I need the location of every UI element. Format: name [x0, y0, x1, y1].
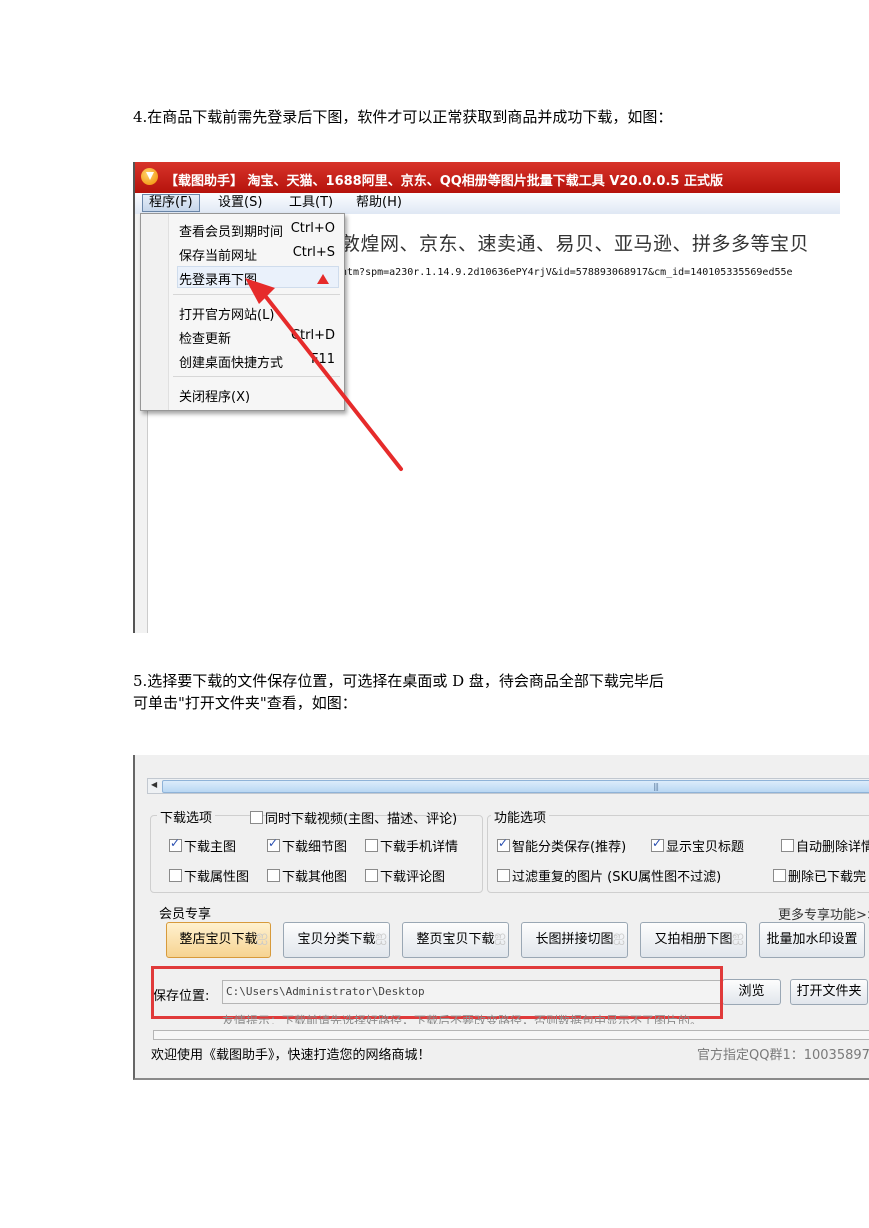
button-label: 批量加水印设置: [766, 932, 858, 947]
checkbox-label: 过滤重复的图片 (SKU属性图不过滤): [512, 870, 722, 885]
checkbox-label: 下载属性图: [184, 870, 250, 885]
checkbox-main-image[interactable]: 下载主图: [169, 836, 236, 855]
button-label: 长图拼接切图: [535, 932, 614, 947]
whole-page-download-button[interactable]: 整页宝贝下载 ஐ: [402, 922, 509, 958]
tip-text: 友情提示：下载前请先选择好路径，下载后不要改变路径，否则数据包中显示不了图片的。: [222, 1014, 703, 1024]
checkbox-label: 同时下载视频(主图、描述、评论): [265, 812, 458, 827]
red-arrow-annotation: [245, 278, 403, 471]
checkbox-label: 下载主图: [184, 840, 237, 855]
function-options-title: 功能选项: [491, 807, 550, 826]
checkbox-box[interactable]: [773, 869, 786, 882]
checkbox-filter-duplicates[interactable]: 过滤重复的图片 (SKU属性图不过滤): [497, 866, 721, 885]
open-folder-button[interactable]: 打开文件夹: [790, 979, 868, 1005]
checkbox-delete-downloaded[interactable]: 删除已下载完: [773, 866, 866, 885]
screenshot-menu: 【载图助手】 淘宝、天猫、1688阿里、京东、QQ相册等图片批量下载工具 V20…: [133, 162, 840, 633]
button-label: 整店宝贝下载: [179, 932, 258, 947]
whole-shop-download-button[interactable]: 整店宝贝下载 ஐ: [166, 922, 271, 958]
checkbox-box[interactable]: [497, 869, 510, 882]
button-label: 宝贝分类下载: [297, 932, 376, 947]
checkbox-detail-image[interactable]: 下载细节图: [267, 836, 347, 855]
long-image-stitch-button[interactable]: 长图拼接切图 ஐ: [521, 922, 628, 958]
download-options-title: 下载选项: [157, 807, 216, 826]
checkbox-box[interactable]: [169, 869, 182, 882]
qq-group-text: 官方指定QQ群1：1003589798: [697, 1048, 869, 1063]
screenshot-options: ◀ ||| 下载选项 同时下载视频(主图、描述、评论) 下载主图 下载细节图 下…: [133, 755, 869, 1080]
swirl-ornament-icon: ஐ: [731, 927, 744, 945]
checkbox-box[interactable]: [267, 836, 280, 852]
checkbox-label: 下载其他图: [282, 870, 348, 885]
checkbox-box[interactable]: [169, 836, 182, 852]
scrollbar-thumb[interactable]: |||: [162, 780, 869, 793]
checkbox-label: 删除已下载完: [788, 870, 867, 885]
checkbox-smart-category[interactable]: 智能分类保存(推荐): [497, 836, 626, 855]
checkbox-box[interactable]: [250, 811, 263, 824]
step5-line1: 5.选择要下载的文件保存位置，可选择在桌面或 D 盘，待会商品全部下载完毕后: [133, 672, 664, 690]
checkbox-box[interactable]: [497, 836, 510, 852]
swirl-ornament-icon: ஐ: [374, 927, 387, 945]
grip-icon: |||: [653, 782, 659, 791]
welcome-text: 欢迎使用《载图助手》，快速打造您的网络商城！: [151, 1048, 431, 1063]
checkbox-show-title[interactable]: 显示宝贝标题: [651, 836, 744, 855]
checkbox-label: 自动删除详情: [796, 840, 869, 855]
checkbox-box[interactable]: [781, 839, 794, 852]
more-features-link[interactable]: 更多专享功能>>: [778, 904, 869, 923]
checkbox-box[interactable]: [651, 836, 664, 852]
watermark-settings-button[interactable]: 批量加水印设置: [759, 922, 865, 958]
checkbox-box[interactable]: [365, 839, 378, 852]
checkbox-attribute-image[interactable]: 下载属性图: [169, 866, 249, 885]
checkbox-box[interactable]: [267, 869, 280, 882]
member-title: 会员专享: [159, 907, 212, 922]
checkbox-label: 智能分类保存(推荐): [512, 840, 627, 855]
swirl-ornament-icon: ஐ: [255, 927, 268, 945]
checkbox-label: 下载手机详情: [380, 840, 459, 855]
checkbox-auto-delete[interactable]: 自动删除详情: [781, 836, 869, 855]
swirl-ornament-icon: ஐ: [612, 927, 625, 945]
checkbox-label: 显示宝贝标题: [666, 840, 745, 855]
checkbox-video[interactable]: 同时下载视频(主图、描述、评论): [250, 808, 457, 827]
category-download-button[interactable]: 宝贝分类下载 ஐ: [283, 922, 390, 958]
step4-text: 4.在商品下载前需先登录后下图，软件才可以正常获取到商品并成功下载，如图：: [133, 108, 673, 126]
checkbox-label: 下载评论图: [380, 870, 446, 885]
progress-bar: [153, 1030, 869, 1040]
checkbox-box[interactable]: [365, 869, 378, 882]
button-label: 整页宝贝下载: [416, 932, 495, 947]
swirl-ornament-icon: ஐ: [493, 927, 506, 945]
checkbox-mobile-detail[interactable]: 下载手机详情: [365, 836, 458, 855]
horizontal-scrollbar[interactable]: ◀ |||: [147, 778, 869, 794]
checkbox-other-image[interactable]: 下载其他图: [267, 866, 347, 885]
checkbox-label: 下载细节图: [282, 840, 348, 855]
youpai-album-button[interactable]: 又拍相册下图 ஐ: [640, 922, 747, 958]
browse-button[interactable]: 浏览: [722, 979, 781, 1005]
step5-line2: 可单击"打开文件夹"查看，如图：: [133, 694, 357, 712]
button-label: 又拍相册下图: [654, 932, 733, 947]
scroll-left-arrow-icon[interactable]: ◀: [151, 780, 157, 789]
checkbox-review-image[interactable]: 下载评论图: [365, 866, 445, 885]
status-bar: 欢迎使用《载图助手》，快速打造您的网络商城！ 官方指定QQ群1：10035897…: [135, 1040, 869, 1064]
